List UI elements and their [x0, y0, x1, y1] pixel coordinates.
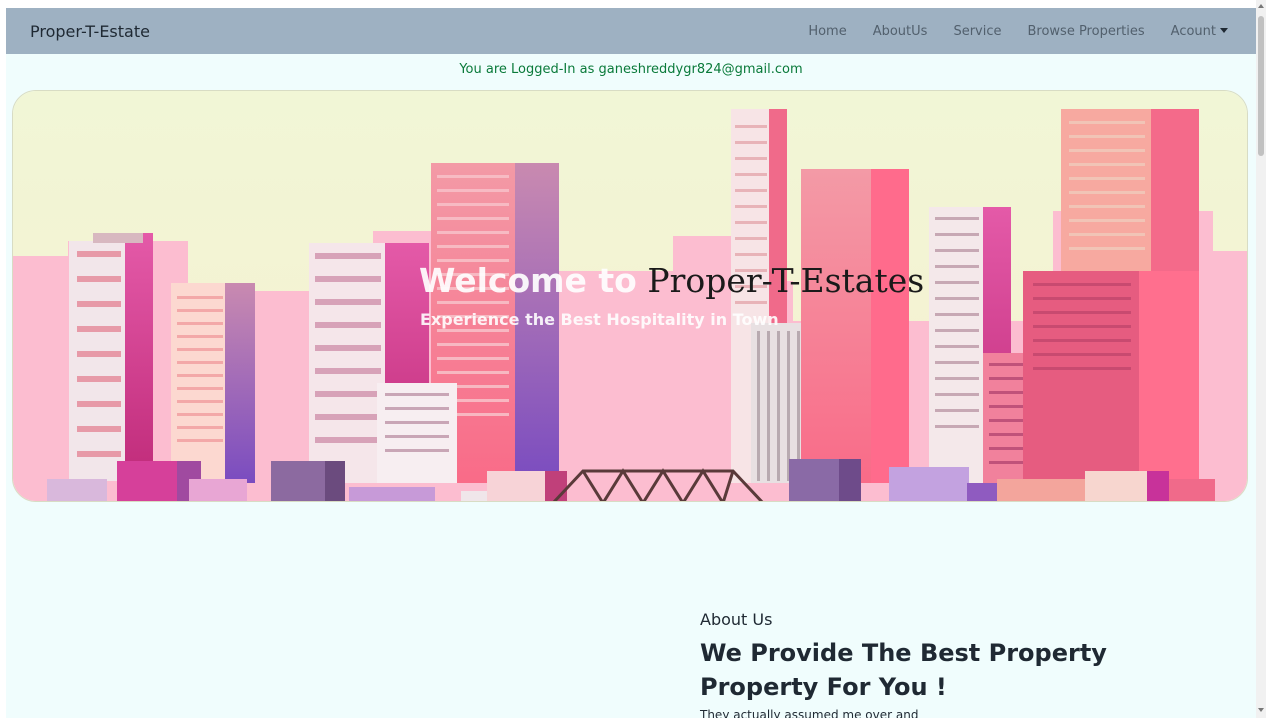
scroll-up-arrow-icon[interactable] — [1258, 4, 1264, 8]
page: Proper-T-Estate Home AboutUs Service Bro… — [0, 0, 1266, 718]
nav-home[interactable]: Home — [808, 24, 846, 39]
nav-service[interactable]: Service — [953, 24, 1001, 39]
about-heading: We Provide The Best Property Property Fo… — [700, 639, 1107, 701]
nav-about-us[interactable]: AboutUs — [873, 24, 928, 39]
hero-title-lead: Welcome to — [419, 261, 637, 300]
vertical-scrollbar[interactable] — [1256, 0, 1266, 718]
nav-browse-properties[interactable]: Browse Properties — [1027, 24, 1144, 39]
nav-account-label: Acount — [1170, 24, 1216, 39]
nav-links: Home AboutUs Service Browse Properties A… — [782, 24, 1228, 39]
hero-subtitle: Experience the Best Hospitality in Town — [420, 310, 779, 329]
hero-title: Welcome to Proper-T-Estates — [419, 261, 924, 300]
navbar: Proper-T-Estate Home AboutUs Service Bro… — [6, 8, 1256, 54]
about-kicker: About Us — [700, 610, 773, 629]
hero-banner: Welcome to Proper-T-Estates Experience t… — [12, 90, 1248, 502]
login-status: You are Logged-In as ganeshreddygr824@gm… — [459, 62, 803, 77]
scroll-down-arrow-icon[interactable] — [1258, 708, 1264, 712]
about-text: They actually assumed me over and — [700, 708, 919, 718]
brand-logo[interactable]: Proper-T-Estate — [30, 22, 150, 41]
nav-account-dropdown[interactable]: Acount — [1171, 24, 1228, 39]
scroll-thumb[interactable] — [1258, 16, 1264, 156]
hero-title-brand: Proper-T-Estates — [647, 261, 925, 300]
caret-down-icon — [1220, 28, 1228, 33]
browser-viewport: Proper-T-Estate Home AboutUs Service Bro… — [6, 8, 1256, 718]
